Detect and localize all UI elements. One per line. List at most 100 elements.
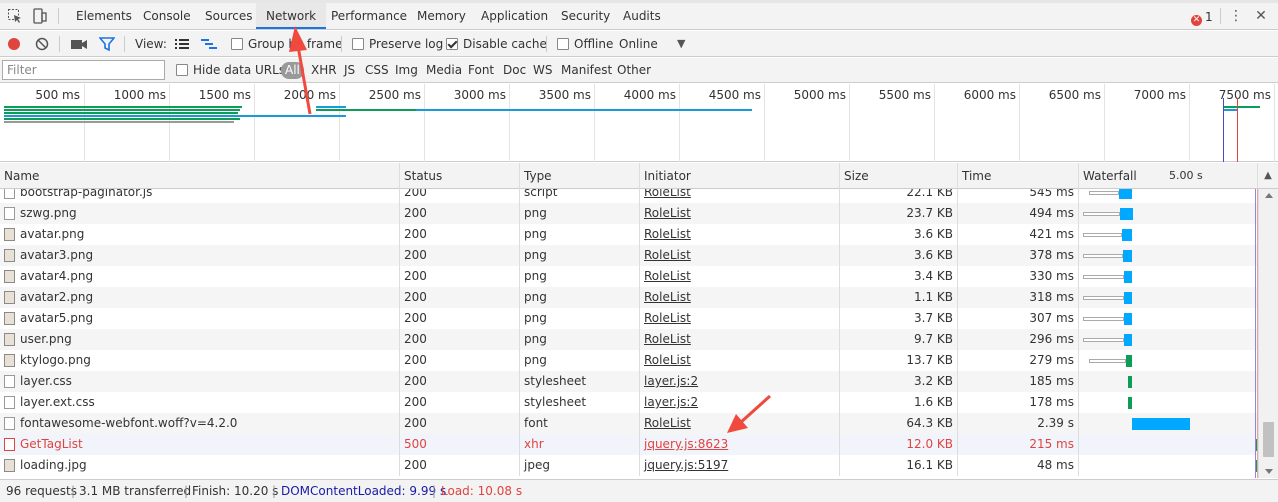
close-icon[interactable]: ✕ (1253, 8, 1269, 24)
overview-request-bar (316, 106, 346, 108)
table-row-error[interactable]: GetTagList 500 xhr jquery.js:8623 12.0 K… (0, 434, 1278, 455)
table-row[interactable]: avatar.png 200 png RoleList 3.6 KB 421 m… (0, 224, 1278, 245)
throttling-dropdown-icon[interactable]: ▼ (677, 36, 685, 52)
table-row[interactable]: avatar5.png 200 png RoleList 3.7 KB 307 … (0, 308, 1278, 329)
filter-type-manifest[interactable]: Manifest (558, 62, 615, 79)
offline-checkbox[interactable]: Offline (557, 36, 613, 52)
request-size: 22.1 KB (840, 189, 958, 203)
table-row[interactable]: layer.css 200 stylesheet layer.js:2 3.2 … (0, 371, 1278, 392)
request-time: 421 ms (958, 224, 1079, 245)
request-status: 200 (400, 329, 520, 350)
filter-type-doc[interactable]: Doc (500, 62, 529, 79)
column-header-status[interactable]: Status (400, 163, 520, 189)
tab-network[interactable]: Network (256, 3, 327, 29)
table-row[interactable]: avatar3.png 200 png RoleList 3.6 KB 378 … (0, 245, 1278, 266)
column-header-initiator[interactable]: Initiator (640, 163, 840, 189)
scroll-up-arrow-icon[interactable] (1265, 193, 1273, 198)
request-time: 494 ms (958, 203, 1079, 224)
request-initiator-link[interactable]: RoleList (640, 308, 840, 329)
tab-security[interactable]: Security (551, 3, 620, 29)
record-button[interactable] (7, 36, 21, 52)
column-header-time[interactable]: Time (958, 163, 1079, 189)
request-name: szwg.png (20, 206, 77, 220)
request-status: 200 (400, 455, 520, 476)
tab-audits[interactable]: Audits (613, 3, 671, 29)
request-initiator-link[interactable]: RoleList (640, 287, 840, 308)
table-row[interactable]: fontawesome-webfont.woff?v=4.2.0 200 fon… (0, 413, 1278, 434)
request-initiator-link[interactable]: RoleList (640, 350, 840, 371)
column-header-size[interactable]: Size (840, 163, 958, 189)
tab-console[interactable]: Console (133, 3, 201, 29)
table-row[interactable]: avatar2.png 200 png RoleList 1.1 KB 318 … (0, 287, 1278, 308)
table-scrollbar[interactable] (1258, 189, 1278, 478)
column-header-type[interactable]: Type (520, 163, 640, 189)
filter-input[interactable] (2, 60, 165, 80)
request-initiator-link[interactable]: RoleList (640, 413, 840, 434)
network-overview-timeline[interactable]: 500 ms 1000 ms 1500 ms 2000 ms 2500 ms 3… (0, 84, 1278, 162)
scroll-down-arrow-icon[interactable] (1265, 469, 1273, 474)
inspect-element-icon[interactable] (7, 8, 23, 24)
scrollbar-thumb[interactable] (1263, 422, 1274, 457)
table-row[interactable]: bootstrap-paginator.js 200 script RoleLi… (0, 189, 1278, 203)
tab-memory[interactable]: Memory (407, 3, 476, 29)
request-initiator-link[interactable]: layer.js:2 (640, 392, 840, 413)
overview-request-bar (4, 112, 238, 114)
request-initiator-link[interactable]: layer.js:2 (640, 371, 840, 392)
avatar-icon (4, 291, 15, 304)
request-size: 1.6 KB (840, 392, 958, 413)
clear-icon[interactable] (35, 36, 49, 52)
device-toolbar-icon[interactable] (32, 8, 48, 24)
waterfall-receiving-bar (1124, 334, 1132, 346)
toolbar-divider (546, 36, 547, 52)
request-initiator-link[interactable]: RoleList (640, 189, 840, 203)
filter-type-media[interactable]: Media (423, 62, 465, 79)
filter-type-font[interactable]: Font (465, 62, 497, 79)
request-name-cell: fontawesome-webfont.woff?v=4.2.0 (0, 413, 400, 434)
table-row[interactable]: avatar4.png 200 png RoleList 3.4 KB 330 … (0, 266, 1278, 287)
filter-type-other[interactable]: Other (614, 62, 654, 79)
more-options-icon[interactable]: ⋮ (1228, 8, 1244, 24)
overview-gridline (169, 84, 170, 162)
tab-elements[interactable]: Elements (66, 3, 142, 29)
request-status: 200 (400, 308, 520, 329)
overview-waterfall-icon[interactable] (200, 36, 218, 52)
filter-type-css[interactable]: CSS (362, 62, 392, 79)
filter-type-js[interactable]: JS (341, 62, 358, 79)
table-row[interactable]: ktylogo.png 200 png RoleList 13.7 KB 279… (0, 350, 1278, 371)
waterfall-sort-icon[interactable]: ▲ (1258, 163, 1278, 189)
tab-application[interactable]: Application (471, 3, 558, 29)
request-initiator-link[interactable]: RoleList (640, 266, 840, 287)
filter-type-ws[interactable]: WS (530, 62, 555, 79)
screenshot-camera-icon[interactable] (70, 36, 88, 52)
table-row[interactable]: loading.jpg 200 jpeg jquery.js:5197 16.1… (0, 455, 1278, 476)
tab-sources[interactable]: Sources (195, 3, 262, 29)
hide-data-urls-checkbox[interactable]: Hide data URLs (173, 62, 288, 79)
disable-cache-checkbox[interactable]: Disable cache (446, 36, 547, 52)
filter-type-all[interactable]: All (281, 62, 304, 79)
table-row[interactable]: layer.ext.css 200 stylesheet layer.js:2 … (0, 392, 1278, 413)
table-row[interactable]: user.png 200 png RoleList 9.7 KB 296 ms (0, 329, 1278, 350)
request-name: avatar.png (20, 227, 85, 241)
large-rows-icon[interactable] (174, 36, 190, 52)
request-initiator-link[interactable]: RoleList (640, 224, 840, 245)
group-by-frame-checkbox[interactable]: Group by frame (231, 36, 342, 52)
throttling-select[interactable]: Online (619, 36, 658, 52)
table-row[interactable]: szwg.png 200 png RoleList 23.7 KB 494 ms (0, 203, 1278, 224)
request-initiator-link[interactable]: RoleList (640, 329, 840, 350)
error-counter[interactable]: ✕ 1 (1191, 9, 1216, 26)
request-initiator-link[interactable]: RoleList (640, 203, 840, 224)
filter-type-img[interactable]: Img (392, 62, 421, 79)
preserve-log-checkbox[interactable]: Preserve log (352, 36, 443, 52)
request-type: xhr (520, 434, 640, 455)
network-status-bar: 96 requests | 3.1 MB transferred | Finis… (0, 479, 1278, 502)
column-header-name[interactable]: Name (0, 163, 400, 189)
request-initiator-link[interactable]: RoleList (640, 245, 840, 266)
filter-funnel-icon[interactable] (98, 36, 116, 52)
tab-performance[interactable]: Performance (321, 3, 417, 29)
request-initiator-link[interactable]: jquery.js:8623 (640, 434, 840, 455)
column-header-waterfall[interactable]: Waterfall 5.00 s (1079, 163, 1258, 189)
filter-type-xhr[interactable]: XHR (308, 62, 340, 79)
request-status: 200 (400, 287, 520, 308)
request-initiator-link[interactable]: jquery.js:5197 (640, 455, 840, 476)
request-size: 64.3 KB (840, 413, 958, 434)
